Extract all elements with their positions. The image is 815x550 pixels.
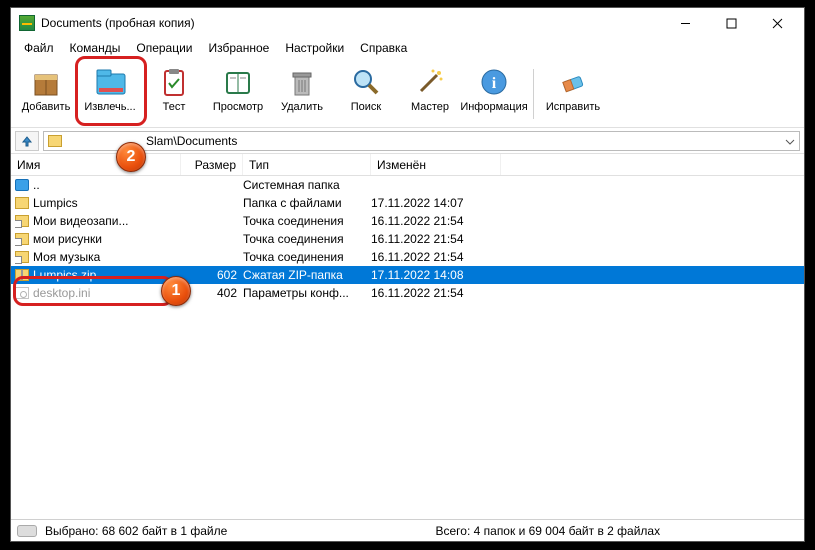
shortcut-icon [15,215,29,227]
window-title: Documents (пробная копия) [41,16,195,30]
address-dropdown[interactable] [783,135,797,149]
archive-add-icon [29,65,63,99]
menubar: Файл Команды Операции Избранное Настройк… [11,38,804,58]
toolbar-view[interactable]: Просмотр [207,61,269,127]
file-date: 16.11.2022 21:54 [371,250,501,264]
arrow-up-icon [21,135,33,147]
file-type: Папка с файлами [243,196,371,210]
toolbar-test[interactable]: Тест [143,61,205,127]
list-item[interactable]: Моя музыка Точка соединения16.11.2022 21:… [11,248,804,266]
close-button[interactable] [754,8,800,38]
menu-settings[interactable]: Настройки [278,39,351,57]
toolbar-extract[interactable]: Извлечь... [79,61,141,127]
header-size[interactable]: Размер [181,154,243,175]
list-item[interactable]: Lumpics.zip 602Сжатая ZIP-папка17.11.2022… [11,266,804,284]
file-list[interactable]: 1 ..Системная папкаLumpicsПапка с файлам… [11,176,804,486]
toolbar-wizard-label: Мастер [411,101,449,113]
window-controls [662,8,800,38]
list-item[interactable]: desktop.ini 402Параметры конф...16.11.202… [11,284,804,302]
list-item[interactable]: .. Системная папка [11,176,804,194]
menu-operations[interactable]: Операции [129,39,199,57]
chevron-down-icon [785,139,795,145]
shortcut-icon [15,233,29,245]
folder-icon [15,197,29,209]
file-type: Точка соединения [243,250,371,264]
maximize-button[interactable] [708,8,754,38]
file-date: 16.11.2022 21:54 [371,232,501,246]
wand-wizard-icon [413,65,447,99]
file-type: Точка соединения [243,214,371,228]
toolbar-wizard[interactable]: Мастер [399,61,461,127]
addressbar: C:\Users\ Slam\Documents [11,128,804,154]
toolbar-view-label: Просмотр [213,101,263,113]
list-item[interactable]: Мои видеозапи... Точка соединения16.11.20… [11,212,804,230]
toolbar: Добавить Извлечь... Тест Просмотр Удалит… [11,58,804,128]
file-type: Сжатая ZIP-папка [243,268,371,282]
status-selected: Выбрано: 68 602 байт в 1 файле [45,524,436,538]
menu-help[interactable]: Справка [353,39,414,57]
file-name: Lumpics [33,196,78,210]
address-path: Slam\Documents [146,134,237,148]
toolbar-test-label: Тест [163,101,186,113]
file-name: мои рисунки [33,232,102,246]
header-name[interactable]: Имя [11,154,181,175]
ini-icon [15,287,29,299]
folder-extract-icon [93,65,127,99]
toolbar-delete-label: Удалить [281,101,323,113]
trash-delete-icon [285,65,319,99]
menu-favorites[interactable]: Избранное [202,39,277,57]
toolbar-add-label: Добавить [22,101,71,113]
statusbar: Выбрано: 68 602 байт в 1 файле Всего: 4 … [11,519,804,541]
eraser-repair-icon [556,65,590,99]
file-date: 17.11.2022 14:08 [371,268,501,282]
file-size: 602 [181,268,243,282]
file-type: Точка соединения [243,232,371,246]
file-name: desktop.ini [33,286,90,300]
status-total: Всего: 4 папок и 69 004 байт в 2 файлах [436,524,661,538]
toolbar-search[interactable]: Поиск [335,61,397,127]
header-modified[interactable]: Изменён [371,154,501,175]
zip-icon [15,269,29,281]
folder-icon [48,135,62,147]
toolbar-info[interactable]: i Информация [463,61,525,127]
toolbar-extract-label: Извлечь... [84,101,135,113]
list-item[interactable]: мои рисунки Точка соединения16.11.2022 21… [11,230,804,248]
file-name: Мои видеозапи... [33,214,129,228]
file-date: 16.11.2022 21:54 [371,214,501,228]
drive-icon [15,179,29,191]
file-date: 17.11.2022 14:07 [371,196,501,210]
shortcut-icon [15,251,29,263]
file-name: Lumpics.zip [33,268,96,282]
toolbar-repair-label: Исправить [546,101,600,113]
toolbar-repair[interactable]: Исправить [542,61,604,127]
book-view-icon [221,65,255,99]
clipboard-test-icon [157,65,191,99]
menu-commands[interactable]: Команды [63,39,128,57]
up-button[interactable] [15,131,39,151]
address-field[interactable]: C:\Users\ Slam\Documents [43,131,800,151]
toolbar-add[interactable]: Добавить [15,61,77,127]
svg-text:i: i [492,75,497,92]
file-name: Моя музыка [33,250,100,264]
toolbar-info-label: Информация [460,101,527,113]
file-size: 402 [181,286,243,300]
app-icon [19,15,35,31]
app-window: Documents (пробная копия) Файл Команды О… [10,7,805,542]
file-name: .. [33,178,40,192]
drive-status-icon [17,525,37,537]
header-type[interactable]: Тип [243,154,371,175]
file-type: Системная папка [243,178,371,192]
magnifier-search-icon [349,65,383,99]
info-icon: i [477,65,511,99]
list-item[interactable]: Lumpics Папка с файлами17.11.2022 14:07 [11,194,804,212]
column-headers: Имя Размер Тип Изменён [11,154,804,176]
toolbar-search-label: Поиск [351,101,381,113]
toolbar-separator [533,69,534,119]
toolbar-delete[interactable]: Удалить [271,61,333,127]
titlebar: Documents (пробная копия) [11,8,804,38]
file-type: Параметры конф... [243,286,371,300]
file-date: 16.11.2022 21:54 [371,286,501,300]
minimize-button[interactable] [662,8,708,38]
menu-file[interactable]: Файл [17,39,61,57]
